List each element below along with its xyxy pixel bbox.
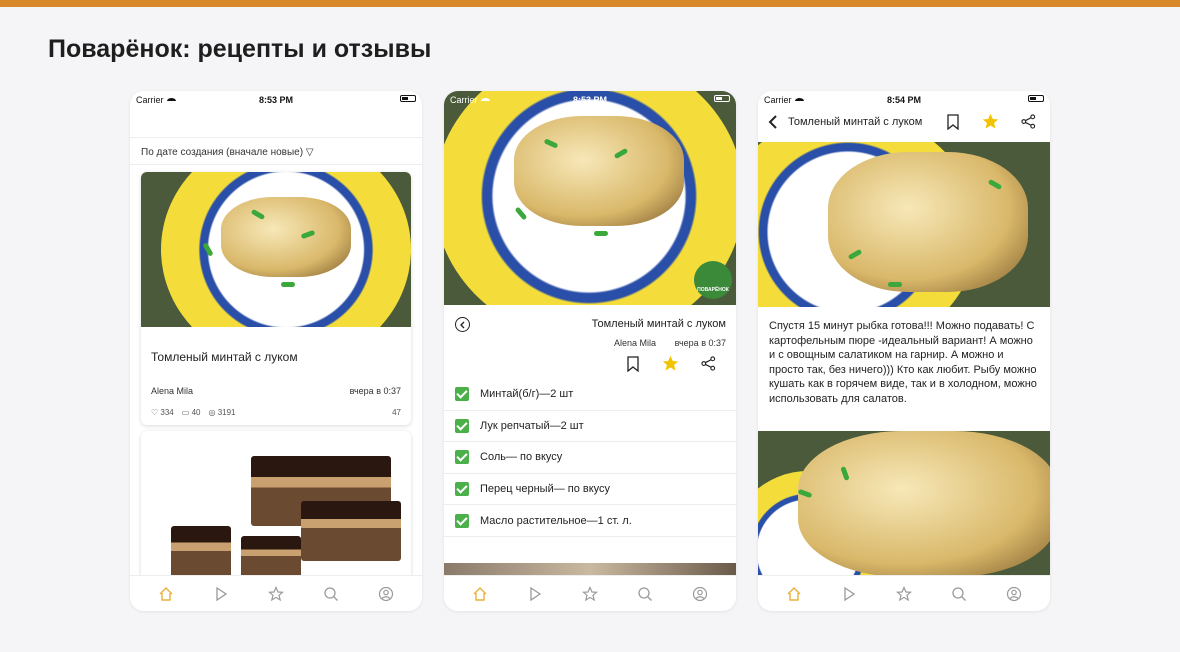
recipe-card-image bbox=[141, 172, 411, 327]
tab-home[interactable] bbox=[155, 583, 177, 605]
status-bar: Carrier 8:53 PM bbox=[130, 91, 422, 109]
home-icon bbox=[787, 586, 801, 601]
tab-bar bbox=[758, 575, 1050, 611]
nav-title: Томленый минтай с луком bbox=[788, 116, 923, 128]
tab-search[interactable] bbox=[948, 583, 970, 605]
comments-stat[interactable]: ▭ 40 bbox=[182, 408, 201, 417]
likes-stat[interactable]: ♡ 334 bbox=[151, 408, 174, 417]
tab-video[interactable] bbox=[210, 583, 232, 605]
ingredient-item[interactable]: Минтай(б/г)—2 шт bbox=[444, 379, 736, 411]
page-title: Поварёнок: рецепты и отзывы bbox=[48, 35, 432, 63]
recipe-card-time: вчера в 0:37 bbox=[349, 386, 401, 396]
bookmark-icon[interactable] bbox=[626, 355, 640, 372]
play-icon bbox=[216, 586, 227, 601]
home-icon bbox=[159, 586, 173, 601]
recipe-card-author[interactable]: Alena Mila bbox=[151, 386, 193, 396]
tab-search[interactable] bbox=[320, 583, 342, 605]
search-icon bbox=[952, 586, 967, 601]
recipe-author[interactable]: Alena Mila bbox=[614, 338, 656, 348]
tab-home[interactable] bbox=[783, 583, 805, 605]
recipe-card-2-image[interactable] bbox=[141, 431, 411, 581]
back-arrow-icon[interactable] bbox=[766, 114, 780, 130]
checkbox[interactable] bbox=[455, 418, 469, 433]
star-icon bbox=[895, 585, 912, 601]
tab-profile[interactable] bbox=[689, 583, 711, 605]
recipe-title: Томленый минтай с луком bbox=[591, 318, 726, 330]
top-accent-bar bbox=[0, 0, 1180, 7]
step-actions bbox=[946, 113, 1036, 130]
status-bar: Carrier 8:53 PM bbox=[444, 91, 736, 109]
search-icon bbox=[324, 586, 339, 601]
tab-profile[interactable] bbox=[1003, 583, 1025, 605]
checkbox[interactable] bbox=[455, 482, 469, 497]
phone-recipe: ПОВАРЁНОК Carrier 8:53 PM Томленый минта… bbox=[444, 91, 736, 611]
checkbox[interactable] bbox=[455, 513, 469, 528]
ingredient-list: Минтай(б/г)—2 шт Лук репчатый—2 шт Соль—… bbox=[444, 379, 736, 537]
tab-bar bbox=[444, 575, 736, 611]
search-icon bbox=[638, 586, 653, 601]
phone-step: Carrier 8:54 PM Томленый минтай с луком … bbox=[758, 91, 1050, 611]
tab-search[interactable] bbox=[634, 583, 656, 605]
recipe-actions bbox=[626, 355, 716, 372]
tab-video[interactable] bbox=[524, 583, 546, 605]
ingredient-item[interactable]: Перец черный— по вкусу bbox=[444, 474, 736, 506]
recipe-hero-image: ПОВАРЁНОК bbox=[444, 91, 736, 305]
ingredient-item[interactable]: Соль— по вкусу bbox=[444, 442, 736, 474]
tab-profile[interactable] bbox=[375, 583, 397, 605]
battery-icon bbox=[1028, 95, 1044, 102]
back-button[interactable] bbox=[455, 317, 470, 332]
phone-feed: Carrier 8:53 PM По дате создания (вначал… bbox=[130, 91, 422, 611]
recipe-card-title[interactable]: Томленый минтай с луком bbox=[151, 350, 298, 364]
step-image-2 bbox=[758, 431, 1050, 577]
status-time: 8:53 PM bbox=[572, 95, 607, 105]
eye-icon: ◎ bbox=[208, 408, 216, 417]
home-icon bbox=[473, 586, 487, 601]
ingredient-item[interactable]: Лук репчатый—2 шт bbox=[444, 411, 736, 443]
sort-dropdown[interactable]: По дате создания (вначале новые) ▽ bbox=[130, 137, 422, 165]
share-icon[interactable] bbox=[701, 356, 716, 371]
star-icon[interactable] bbox=[662, 355, 679, 372]
tab-favorites[interactable] bbox=[265, 583, 287, 605]
tab-favorites[interactable] bbox=[893, 583, 915, 605]
recipe-time: вчера в 0:37 bbox=[674, 338, 726, 348]
step-description: Спустя 15 минут рыбка готова!!! Можно по… bbox=[769, 320, 1037, 405]
status-time: 8:54 PM bbox=[886, 95, 921, 105]
views-stat: ◎ 3191 bbox=[208, 408, 236, 417]
status-time: 8:53 PM bbox=[258, 95, 293, 105]
checkbox[interactable] bbox=[455, 387, 469, 402]
checkbox[interactable] bbox=[455, 450, 469, 465]
star-icon[interactable] bbox=[982, 113, 999, 130]
battery-icon bbox=[714, 95, 730, 102]
recipe-card-stats: ♡ 334 ▭ 40 ◎ 3191 bbox=[151, 408, 235, 417]
tab-bar bbox=[130, 575, 422, 611]
play-icon bbox=[844, 586, 855, 601]
recipe-card-total: 47 bbox=[392, 408, 401, 417]
battery-icon bbox=[400, 95, 416, 102]
comment-icon: ▭ bbox=[181, 408, 190, 417]
status-bar: Carrier 8:54 PM bbox=[758, 91, 1050, 109]
profile-icon bbox=[1007, 586, 1022, 601]
chevron-left-icon bbox=[459, 321, 464, 328]
ingredient-label: Соль— по вкусу bbox=[480, 451, 563, 464]
logo-watermark: ПОВАРЁНОК bbox=[694, 261, 732, 299]
tab-home[interactable] bbox=[469, 583, 491, 605]
bookmark-icon[interactable] bbox=[946, 113, 960, 130]
play-icon bbox=[530, 586, 541, 601]
ingredient-label: Минтай(б/г)—2 шт bbox=[480, 388, 574, 401]
ingredient-label: Перец черный— по вкусу bbox=[480, 483, 611, 496]
star-icon bbox=[267, 585, 284, 601]
heart-icon: ♡ bbox=[151, 408, 159, 417]
nav-bar: Томленый минтай с луком bbox=[758, 109, 1050, 141]
recipe-card[interactable]: Томленый минтай с луком Alena Mila вчера… bbox=[141, 172, 411, 425]
star-icon bbox=[581, 585, 598, 601]
share-icon[interactable] bbox=[1021, 114, 1036, 129]
ingredient-label: Лук репчатый—2 шт bbox=[480, 419, 584, 432]
profile-icon bbox=[379, 586, 394, 601]
ingredient-label: Масло растительное—1 ст. л. bbox=[480, 514, 632, 527]
step-image bbox=[758, 142, 1050, 307]
tab-favorites[interactable] bbox=[579, 583, 601, 605]
ingredient-item[interactable]: Масло растительное—1 ст. л. bbox=[444, 505, 736, 537]
tab-video[interactable] bbox=[838, 583, 860, 605]
profile-icon bbox=[693, 586, 708, 601]
